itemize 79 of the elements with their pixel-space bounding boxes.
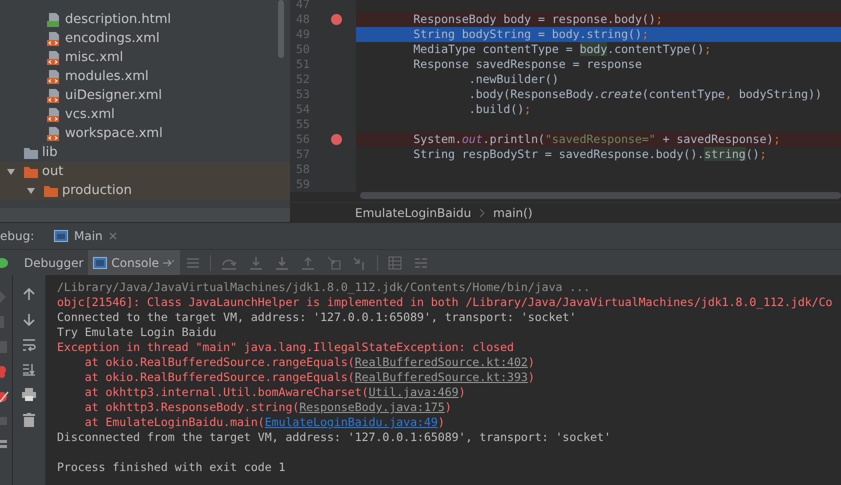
breakpoints-icon[interactable] (0, 366, 9, 378)
pin-icon[interactable] (163, 258, 176, 266)
console-line: at okio.RealBufferedSource.rangeEquals(RealBufferedSource.kt:402) (84, 355, 536, 370)
settings-list-icon[interactable] (414, 256, 428, 270)
close-icon[interactable] (108, 232, 117, 240)
html-file-icon (46, 12, 62, 28)
resume-icon[interactable] (0, 291, 8, 303)
step-into-icon[interactable] (249, 256, 264, 270)
code-line: MediaType contentType = body.contentType(); (412, 42, 712, 57)
xml-file-icon (46, 88, 62, 104)
folder-icon (23, 164, 39, 178)
horizontal-scrollbar[interactable] (0, 208, 290, 222)
code-line: Response savedResponse = response (412, 57, 643, 72)
console-line: /Library/Java/JavaVirtualMachines/jdk1.8.0_112.jdk/Contents/Home/bin/java ... (57, 280, 592, 295)
trash-icon[interactable] (23, 413, 35, 427)
tree-item[interactable]: lib (42, 145, 58, 160)
console-icon (93, 256, 108, 268)
tree-item[interactable]: misc.xml (65, 50, 124, 65)
console-line: Connected to the target VM, address: '127.0.0.1:65089', transport: 'socket' (57, 310, 578, 325)
tree-item[interactable]: uiDesigner.xml (65, 88, 162, 103)
code-line: .newBuilder() (468, 72, 560, 87)
horizontal-scrollbar[interactable] (360, 192, 841, 199)
table-icon[interactable] (388, 256, 402, 270)
expand-arrow-icon[interactable] (6, 166, 16, 176)
xml-file-icon (46, 126, 62, 142)
stack-trace-link[interactable]: RealBufferedSource.kt:402 (354, 355, 528, 369)
xml-file-icon (46, 68, 62, 84)
breadcrumb[interactable]: EmulateLoginBaidu (355, 206, 472, 220)
mute-breakpoints-icon[interactable] (0, 391, 9, 403)
xml-file-icon (46, 106, 62, 122)
arrow-up-icon[interactable] (23, 287, 35, 301)
breadcrumb[interactable]: main() (493, 206, 533, 220)
menu-icon[interactable] (186, 256, 200, 268)
code-line: String respBodyStr = savedResponse.body().string(); (412, 147, 768, 162)
breakpoint-icon[interactable] (331, 14, 342, 25)
drop-frame-icon[interactable] (327, 256, 342, 270)
chevron-right-icon (479, 208, 486, 218)
tab[interactable]: Console (88, 250, 180, 275)
code-line: .body(ResponseBody.create(contentType, bodyString)) (468, 87, 823, 102)
force-step-into-icon[interactable] (275, 256, 290, 270)
stack-trace-link[interactable]: Util.java:469 (368, 385, 459, 399)
code-line: .build(); (468, 102, 532, 117)
console-line: Process finished with exit code 1 (57, 460, 286, 475)
tree-item[interactable]: vcs.xml (65, 107, 115, 122)
tree-item[interactable]: workspace.xml (65, 126, 163, 141)
arrow-down-icon[interactable] (23, 313, 35, 327)
expand-arrow-icon[interactable] (26, 186, 36, 196)
console-line: at EmulateLoginBaidu.main(EmulateLoginBaidu.java:49) (84, 415, 446, 430)
tree-item[interactable]: description.html (65, 12, 172, 27)
stack-trace-link[interactable]: ResponseBody.java:175 (299, 400, 445, 414)
scroll-to-end-icon[interactable] (22, 363, 36, 376)
panel-title: ebug: (0, 229, 36, 243)
print-icon[interactable] (22, 388, 36, 401)
tree-row-highlight[interactable]: production (0, 181, 290, 200)
scrollbar-thumb[interactable] (278, 0, 284, 58)
tree-item[interactable]: production (62, 183, 132, 198)
stack-trace-link[interactable]: EmulateLoginBaidu.java:49 (264, 415, 438, 429)
tree-item[interactable]: out (42, 164, 64, 179)
window-icon (54, 230, 68, 242)
console-line: at okio.RealBufferedSource.rangeEquals(RealBufferedSource.kt:393) (84, 370, 536, 385)
step-out-icon[interactable] (301, 256, 316, 270)
xml-file-icon (46, 50, 62, 66)
console-line: Exception in thread "main" java.lang.IllegalStateException: closed (57, 340, 515, 355)
console-line: objc[21546]: Class JavaLaunchHelper is implemented in both /Library/Java/JavaVirtualMachines/jdk1.8.0_112.jdk/Co (57, 295, 834, 310)
folder-icon (23, 146, 39, 160)
layout-icon[interactable] (0, 439, 8, 449)
console-line: at okhttp3.ResponseBody.string(ResponseBody.java:175) (84, 400, 453, 415)
console-line: Disconnected from the target VM, address: '127.0.0.1:65089', transport: 'socket' (57, 430, 612, 445)
xml-file-icon (46, 30, 62, 46)
console-line: Try Emulate Login Baidu (57, 325, 218, 340)
tree-item[interactable]: modules.xml (65, 69, 149, 84)
breakpoint-icon[interactable] (331, 134, 342, 145)
stack-trace-link[interactable]: RealBufferedSource.kt:393 (354, 370, 528, 384)
console-line: at okhttp3.internal.Util.bomAwareCharset(Util.java:469) (84, 385, 467, 400)
folder-icon (43, 184, 59, 198)
tree-row-highlight[interactable]: out (0, 162, 290, 181)
tree-item[interactable]: encodings.xml (65, 31, 160, 46)
tab[interactable]: Debugger (19, 250, 88, 275)
soft-wrap-icon[interactable] (22, 339, 36, 351)
